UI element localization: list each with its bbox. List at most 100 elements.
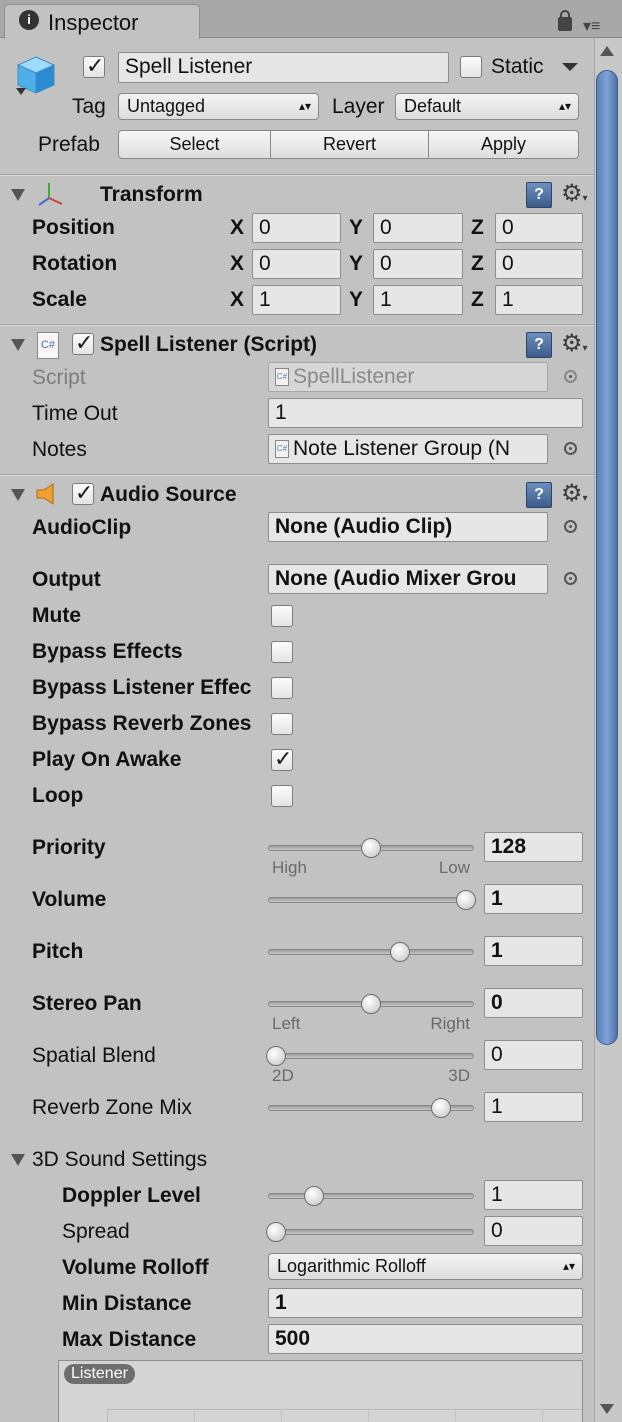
transform-row-label: Rotation [32, 252, 118, 275]
script-value: SpellListener [293, 365, 415, 388]
object-picker-icon[interactable] [564, 370, 577, 383]
layer-label: Layer [332, 95, 385, 118]
help-icon[interactable]: ? [526, 482, 552, 508]
inspector-tab[interactable]: i Inspector [4, 4, 200, 39]
help-icon[interactable]: ? [526, 182, 552, 208]
slider-thumb[interactable] [361, 838, 381, 858]
slider-value-field[interactable]: 128 [484, 832, 583, 862]
notes-field[interactable]: C# Note Listener Group (N [268, 434, 548, 464]
transform-foldout-icon[interactable] [11, 189, 25, 201]
max-distance-field[interactable]: 500 [268, 1324, 583, 1354]
slider-thumb[interactable] [361, 994, 381, 1014]
slider-thumb[interactable] [266, 1046, 286, 1066]
tag-value: Untagged [127, 96, 206, 116]
graph-grid [107, 1409, 582, 1422]
slider-min-label: 2D [272, 1066, 294, 1085]
layer-dropdown[interactable]: Default ▴▾ [395, 93, 579, 120]
gear-icon[interactable]: ⚙▾ [561, 482, 588, 511]
slider-value-field[interactable]: 1 [484, 884, 583, 914]
audio-foldout-icon[interactable] [11, 489, 25, 501]
axis-z-label: Z [471, 288, 484, 311]
gear-icon[interactable]: ⚙▾ [561, 332, 588, 361]
slider-value-field[interactable]: 1 [484, 1092, 583, 1122]
slider-min-label: Left [272, 1014, 301, 1033]
static-checkbox[interactable] [460, 56, 482, 78]
gameobject-icon-dropdown-arrow[interactable] [16, 88, 26, 95]
static-dropdown-arrow[interactable] [562, 63, 578, 71]
scroll-up-arrow[interactable] [600, 46, 614, 56]
scrollbar-thumb[interactable] [596, 70, 618, 1045]
slider-value-field[interactable]: 0 [484, 988, 583, 1018]
doppler-field[interactable]: 1 [484, 1180, 583, 1210]
slider-track[interactable] [268, 897, 474, 903]
toggle-checkbox[interactable]: ✓ [271, 746, 293, 771]
lock-icon[interactable] [558, 10, 572, 31]
transform-z-field[interactable]: 0 [495, 249, 583, 279]
spread-slider-track[interactable] [268, 1229, 474, 1235]
updown-icon: ▴▾ [562, 1259, 575, 1273]
slider-label: Reverb Zone Mix [32, 1096, 192, 1119]
slider-thumb[interactable] [389, 942, 410, 962]
slider-thumb[interactable] [431, 1098, 452, 1118]
transform-x-field[interactable]: 0 [252, 249, 341, 279]
toggle-checkbox[interactable] [271, 605, 293, 627]
spread-field[interactable]: 0 [484, 1216, 583, 1246]
script-enabled-checkbox[interactable]: ✓ [72, 330, 94, 355]
gear-icon[interactable]: ⚙▾ [561, 182, 588, 211]
slider-thumb[interactable] [456, 890, 476, 910]
transform-y-field[interactable]: 1 [373, 285, 463, 315]
toggle-checkbox[interactable] [271, 641, 293, 663]
menu-icon[interactable]: ▾≡ [583, 16, 600, 36]
separator [0, 174, 594, 176]
object-picker-icon[interactable] [564, 520, 577, 533]
toggle-checkbox[interactable] [271, 713, 293, 735]
object-picker-icon[interactable] [564, 442, 577, 455]
transform-y-field[interactable]: 0 [373, 213, 463, 243]
transform-z-field[interactable]: 1 [495, 285, 583, 315]
spread-slider-thumb[interactable] [266, 1222, 286, 1242]
prefab-select-button[interactable]: Select [118, 130, 271, 159]
transform-title: Transform [100, 183, 203, 206]
script-component-title: Spell Listener (Script) [100, 333, 318, 356]
timeout-field[interactable]: 1 [268, 398, 583, 428]
sound3d-foldout-icon[interactable] [11, 1154, 25, 1166]
toggle-label: Bypass Reverb Zones [32, 712, 252, 735]
transform-x-field[interactable]: 1 [252, 285, 341, 315]
toggle-checkbox[interactable] [271, 677, 293, 699]
prefab-revert-button[interactable]: Revert [270, 130, 429, 159]
help-icon[interactable]: ? [526, 332, 552, 358]
slider-label: Pitch [32, 940, 84, 963]
axis-z-label: Z [471, 216, 484, 239]
tag-dropdown[interactable]: Untagged ▴▾ [118, 93, 319, 120]
transform-y-field[interactable]: 0 [373, 249, 463, 279]
timeout-label: Time Out [32, 402, 118, 425]
slider-track[interactable] [268, 1053, 474, 1059]
object-name-field[interactable]: Spell Listener [118, 52, 449, 83]
audioclip-field[interactable]: None (Audio Clip) [268, 512, 548, 542]
transform-z-field[interactable]: 0 [495, 213, 583, 243]
axis-y-label: Y [349, 216, 364, 239]
info-icon: i [19, 10, 39, 30]
rolloff-graph[interactable]: Listener [58, 1360, 583, 1422]
toggle-label: Loop [32, 784, 84, 807]
rolloff-dropdown[interactable]: Logarithmic Rolloff ▴▾ [268, 1253, 583, 1280]
doppler-slider-thumb[interactable] [304, 1186, 324, 1206]
slider-value-field[interactable]: 1 [484, 936, 583, 966]
output-field[interactable]: None (Audio Mixer Grou [268, 564, 548, 594]
toggle-checkbox[interactable] [271, 785, 293, 807]
min-distance-field[interactable]: 1 [268, 1288, 583, 1318]
script-foldout-icon[interactable] [11, 339, 25, 351]
slider-value-field[interactable]: 0 [484, 1040, 583, 1070]
slider-label: Priority [32, 836, 106, 859]
prefab-apply-button[interactable]: Apply [428, 130, 579, 159]
transform-x-field[interactable]: 0 [252, 213, 341, 243]
doppler-label: Doppler Level [62, 1184, 201, 1207]
doppler-slider-track[interactable] [268, 1193, 474, 1199]
object-picker-icon[interactable] [564, 572, 577, 585]
audio-enabled-checkbox[interactable]: ✓ [72, 480, 94, 505]
scroll-down-arrow[interactable] [600, 1404, 614, 1414]
active-checkbox[interactable]: ✓ [83, 53, 105, 78]
script-reference-field[interactable]: C# SpellListener [268, 362, 548, 392]
updown-icon: ▴▾ [298, 99, 311, 113]
slider-track[interactable] [268, 949, 474, 955]
